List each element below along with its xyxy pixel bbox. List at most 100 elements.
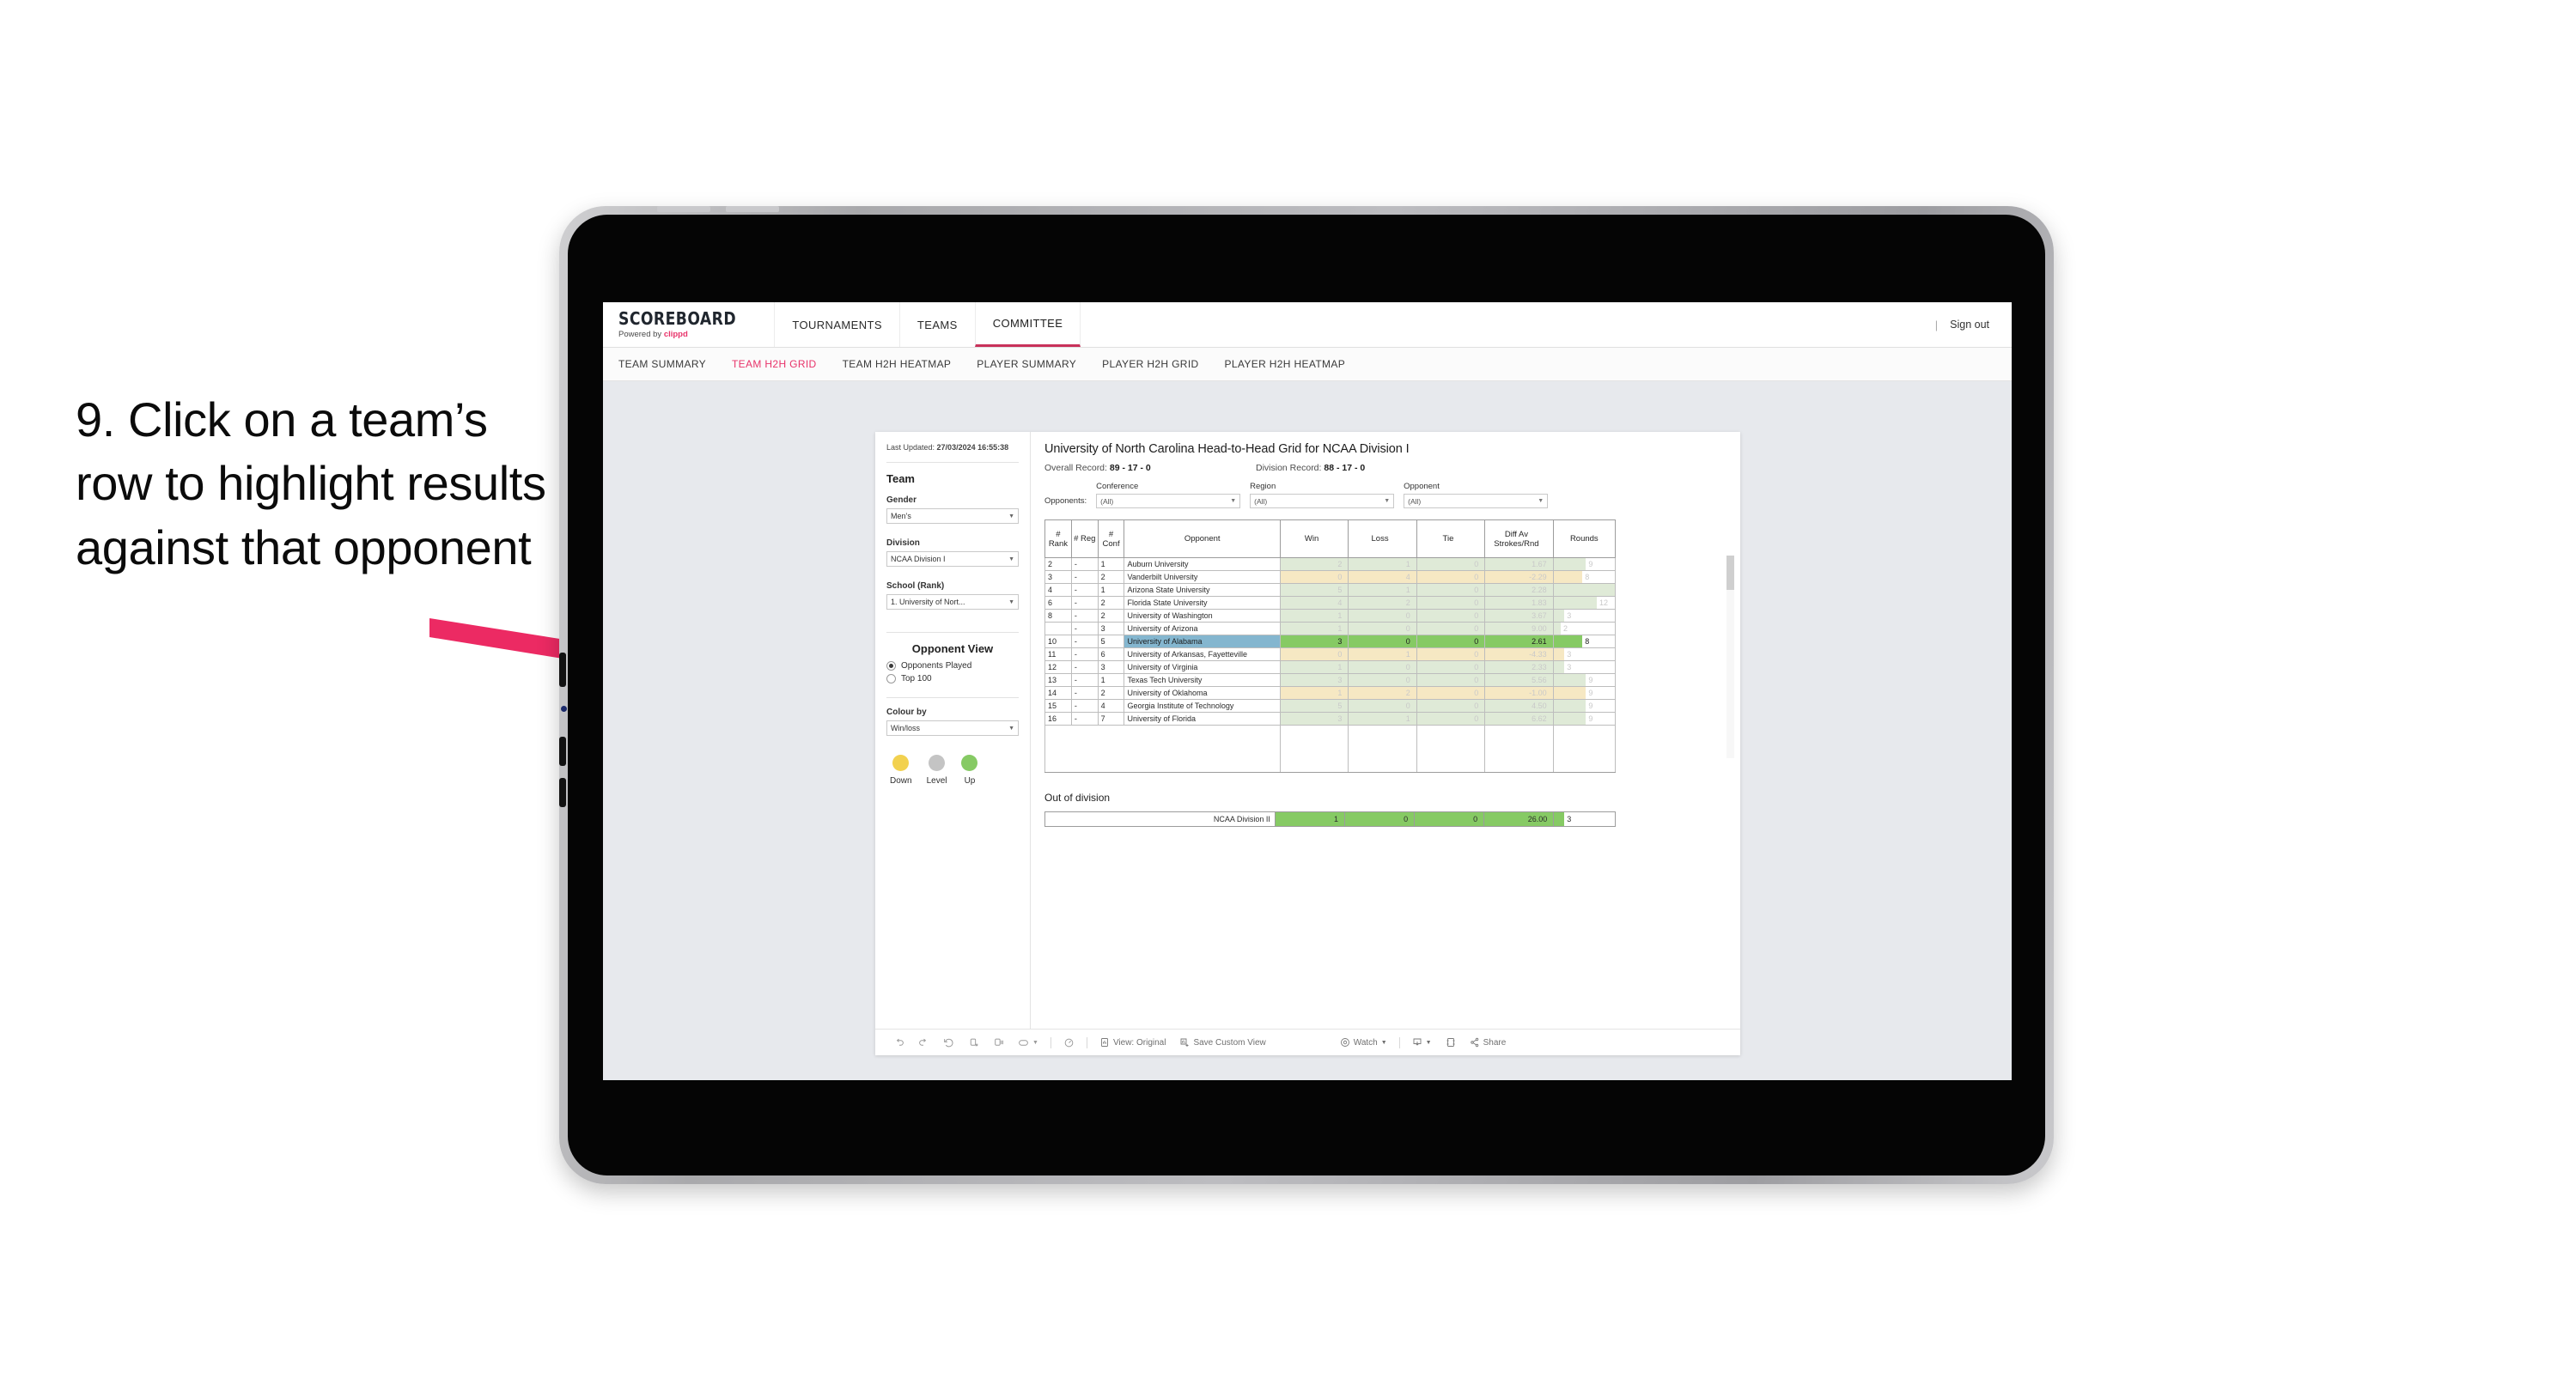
pause-button[interactable] <box>986 1037 1011 1048</box>
app-header: SCOREBOARD Powered by clippd TOURNAMENTS… <box>603 302 2012 348</box>
table-row[interactable]: 14-2 University of Oklahoma 1 2 0 -1.00 9 <box>1044 686 1617 700</box>
table-row[interactable]: 8-2 University of Washington 1 0 0 3.67 3 <box>1044 609 1617 623</box>
cell-rank: 12 <box>1044 660 1072 674</box>
save-custom-view-button[interactable]: Save Custom View <box>1172 1037 1272 1048</box>
cell-tie: 0 <box>1416 596 1486 610</box>
view-original-label: View: Original <box>1112 1037 1166 1048</box>
cell-reg: - <box>1070 699 1099 713</box>
rounds-bar <box>1554 687 1586 699</box>
filter-conference-select[interactable]: (All) ▼ <box>1096 494 1241 508</box>
cell-rank: 4 <box>1044 583 1072 597</box>
colour-by-select[interactable]: Win/loss ▼ <box>886 720 1019 737</box>
undo-button[interactable] <box>886 1037 911 1048</box>
table-row[interactable]: 11-6 University of Arkansas, Fayetteville… <box>1044 647 1617 661</box>
radio-top-100[interactable]: Top 100 <box>886 674 1019 684</box>
cell-conf: 2 <box>1097 609 1125 623</box>
division-record: Division Record: 88 - 17 - 0 <box>1256 463 1365 473</box>
table-row[interactable]: -3 University of Arizona 1 0 0 9.00 2 <box>1044 622 1617 635</box>
cell-rank: 2 <box>1044 557 1072 571</box>
watch-button[interactable]: Watch ▼ <box>1333 1037 1394 1048</box>
device-layout-button[interactable]: ▼ <box>1011 1037 1045 1048</box>
share-button[interactable]: Share <box>1463 1037 1513 1048</box>
cell-win: 2 <box>1279 557 1349 571</box>
filter-region: Region (All) ▼ <box>1250 482 1395 508</box>
table-row[interactable]: 16-7 University of Florida 3 1 0 6.62 9 <box>1044 712 1617 726</box>
cell-reg: - <box>1070 622 1099 635</box>
rounds-bar <box>1554 661 1565 673</box>
division-select[interactable]: NCAA Division I ▼ <box>886 551 1019 568</box>
h2h-grid: # Rank # Reg # Conf Opponent Win Loss Ti… <box>1044 519 1734 773</box>
radio-opponents-played[interactable]: Opponents Played <box>886 661 1019 671</box>
cell-tie: 0 <box>1416 712 1486 726</box>
instruction-text: 9. Click on a team’s row to highlight re… <box>76 392 546 574</box>
col-rounds-label: Rounds <box>1569 534 1599 544</box>
divider-1 <box>886 462 1019 464</box>
col-reg-label: # Reg <box>1074 534 1096 544</box>
legend-swatch-up <box>961 755 978 772</box>
nav-teams[interactable]: TEAMS <box>898 302 975 347</box>
cell-win: 5 <box>1279 583 1349 597</box>
rounds-bar <box>1554 610 1565 622</box>
nav-committee[interactable]: COMMITTEE <box>974 302 1081 347</box>
cell-rank: 8 <box>1044 609 1072 623</box>
table-row[interactable]: 2-1 Auburn University 2 1 0 1.67 9 <box>1044 557 1617 571</box>
view-original-button[interactable]: View: Original <box>1093 1037 1173 1048</box>
revert-button[interactable] <box>936 1037 961 1048</box>
fullscreen-button[interactable] <box>1439 1037 1463 1048</box>
division-value: NCAA Division I <box>891 555 946 564</box>
empty-win <box>1279 725 1349 773</box>
cell-conf: 3 <box>1097 622 1125 635</box>
subnav-team-h2h-grid[interactable]: TEAM H2H GRID <box>732 358 817 370</box>
cell-rank: 10 <box>1044 635 1072 648</box>
table-row[interactable]: 6-2 Florida State University 4 2 0 1.83 12 <box>1044 596 1617 610</box>
cell-diff: -4.33 <box>1484 647 1554 661</box>
filter-region-select[interactable]: (All) ▼ <box>1250 494 1395 508</box>
cell-diff: 6.62 <box>1484 712 1554 726</box>
cell-opponent: Vanderbilt University <box>1124 570 1281 584</box>
school-select[interactable]: 1. University of Nort... ▼ <box>886 594 1019 610</box>
table-row[interactable]: 4-1Arizona State University5102.2817 <box>1044 583 1617 597</box>
cell-reg: - <box>1070 673 1099 687</box>
subnav-team-summary[interactable]: TEAM SUMMARY <box>618 358 706 370</box>
cell-rank: 6 <box>1044 596 1072 610</box>
table-row[interactable]: 13-1 Texas Tech University 3 0 0 5.56 9 <box>1044 673 1617 687</box>
sign-out-link[interactable]: Sign out <box>1950 319 1989 331</box>
cell-conf: 2 <box>1097 686 1125 700</box>
colour-by-label: Colour by <box>886 708 927 718</box>
rounds-value: 2 <box>1563 624 1568 633</box>
last-updated-value: 27/03/2024 16:55:38 <box>936 443 1009 452</box>
table-row[interactable]: 12-3 University of Virginia 1 0 0 2.33 3 <box>1044 660 1617 674</box>
table-row[interactable]: 10-5 University of Alabama 3 0 0 2.61 8 <box>1044 635 1617 648</box>
download-button[interactable]: ▼ <box>1405 1037 1439 1048</box>
chevron-down-icon: ▼ <box>1008 556 1014 562</box>
nav-tournaments[interactable]: TOURNAMENTS <box>774 302 899 347</box>
subnav-team-h2h-heatmap[interactable]: TEAM H2H HEATMAP <box>843 358 952 370</box>
subnav-player-h2h-grid[interactable]: PLAYER H2H GRID <box>1102 358 1198 370</box>
gender-select[interactable]: Men’s ▼ <box>886 508 1019 525</box>
cell-conf: 3 <box>1097 660 1125 674</box>
table-row[interactable]: 3-2 Vanderbilt University 0 4 0 -2.29 8 <box>1044 570 1617 584</box>
subnav-player-h2h-heatmap[interactable]: PLAYER H2H HEATMAP <box>1225 358 1346 370</box>
col-diff: Diff Av Strokes/Rnd <box>1484 519 1554 558</box>
redo-button[interactable] <box>911 1037 936 1048</box>
subnav-player-summary[interactable]: PLAYER SUMMARY <box>977 358 1076 370</box>
chevron-down-icon: ▼ <box>1380 1039 1387 1046</box>
cell-rank: 11 <box>1044 647 1072 661</box>
cell-rounds: 17 <box>1552 583 1617 597</box>
table-scrollbar-thumb[interactable] <box>1726 556 1734 590</box>
table-row[interactable]: 15-4 Georgia Institute of Technology 5 0 0 4.… <box>1044 699 1617 713</box>
table-row[interactable]: NCAA Division II 1 0 0 26.00 3 <box>1044 811 1616 827</box>
cell-opponent: University of Arkansas, Fayetteville <box>1124 647 1281 661</box>
filter-opponent-select[interactable]: (All) ▼ <box>1404 494 1549 508</box>
cell-rank: 3 <box>1044 570 1072 584</box>
cell-rounds: 9 <box>1552 673 1617 687</box>
pause-auto-update-button[interactable] <box>1057 1037 1081 1048</box>
cell-diff: 9.00 <box>1484 622 1554 635</box>
refresh-button[interactable] <box>961 1037 986 1048</box>
col-win: Win <box>1279 519 1349 558</box>
cell-diff: -1.00 <box>1484 686 1554 700</box>
cell-tie: 0 <box>1416 570 1486 584</box>
chevron-down-icon: ▼ <box>1230 498 1237 504</box>
legend-label-up: Up <box>964 776 976 787</box>
cell-win: 1 <box>1279 609 1349 623</box>
